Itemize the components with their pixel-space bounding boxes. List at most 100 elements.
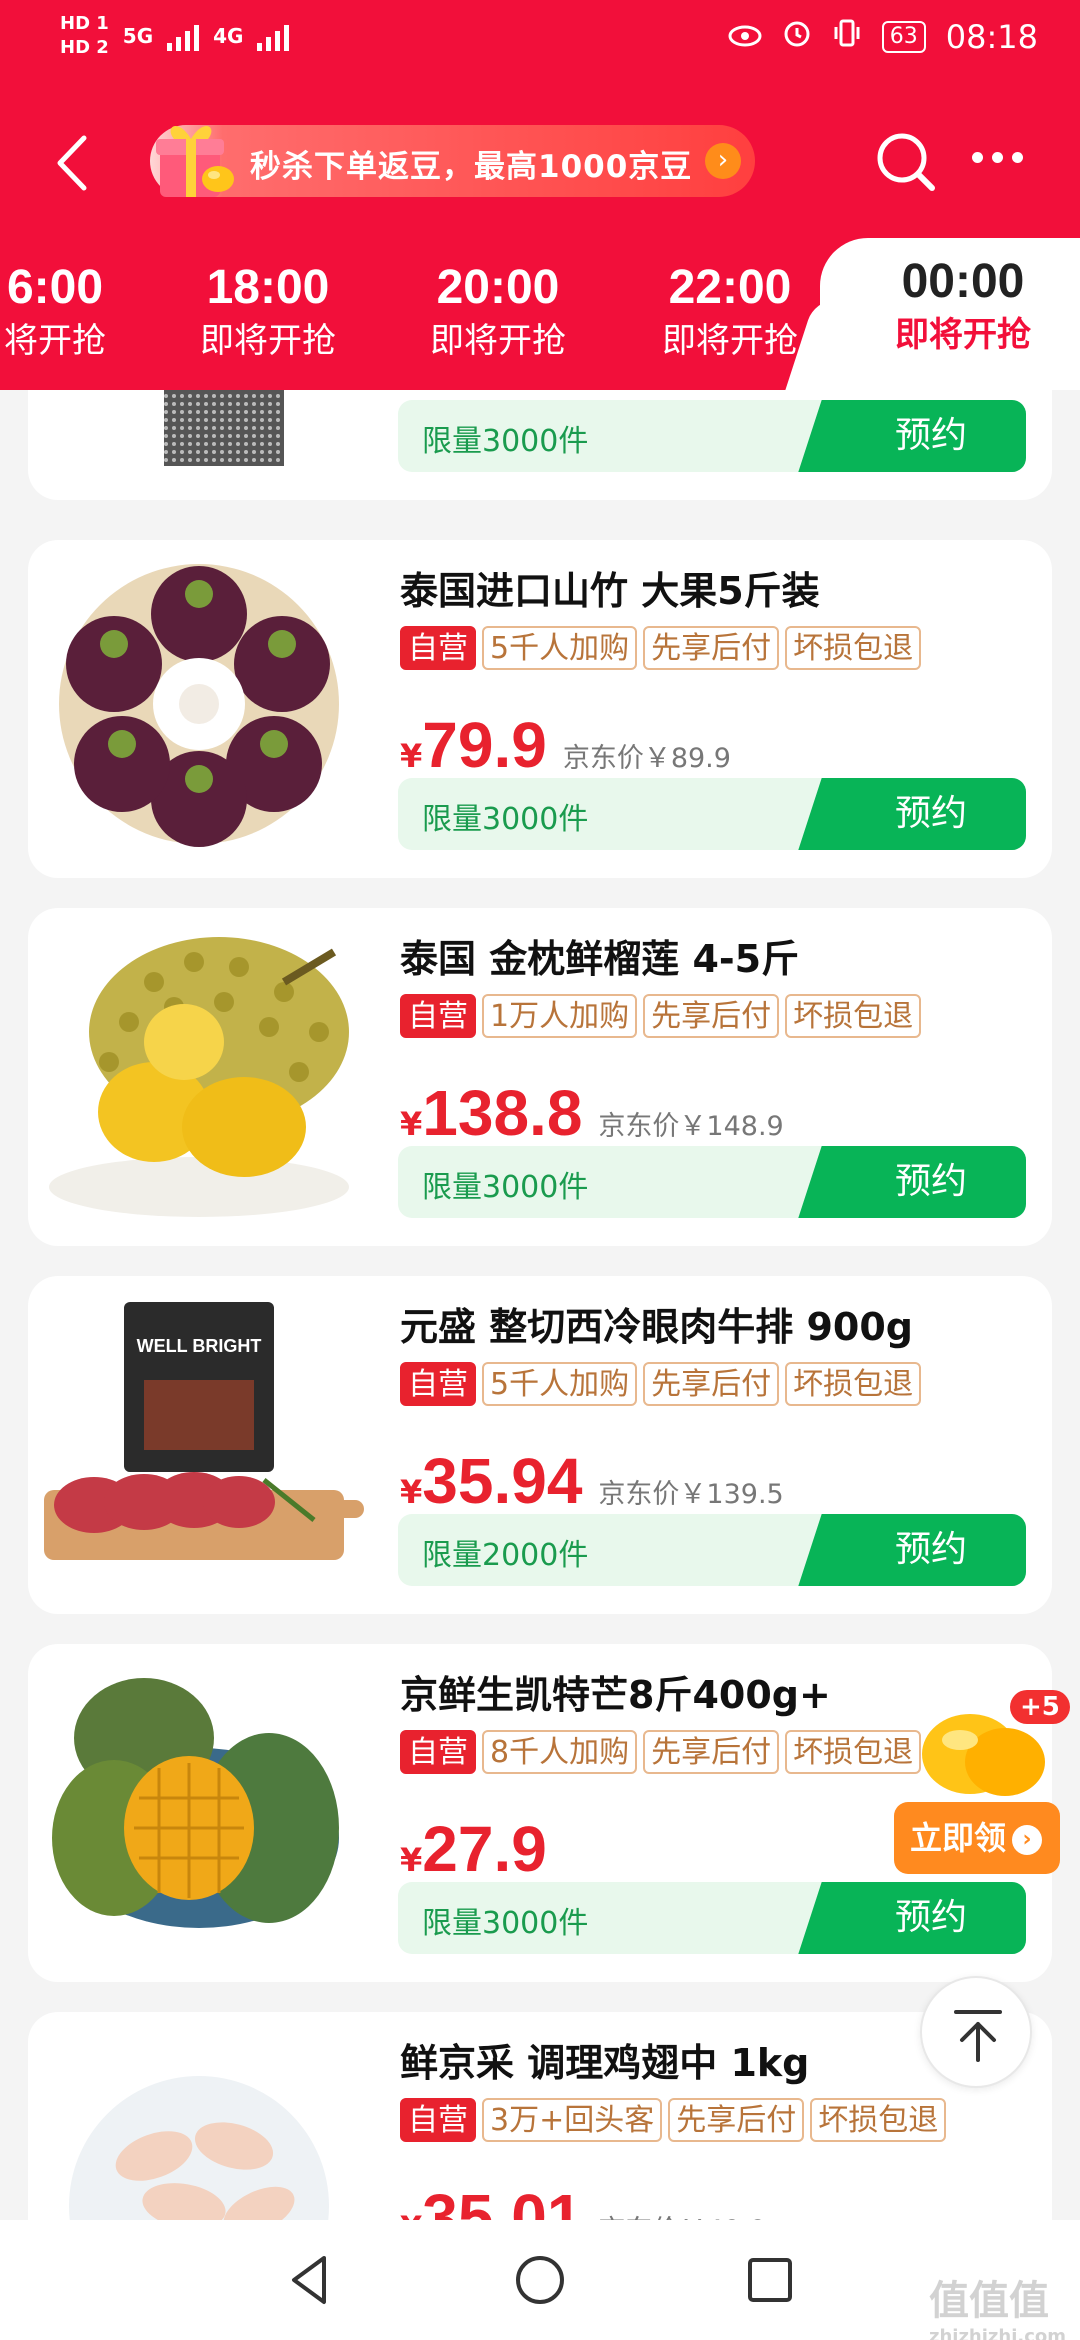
product-card[interactable]: 鲜京采 调理鸡翅中 1kg 自营 3万+回头客 先享后付 坏损包退 ¥ 35.0… (28, 2012, 1052, 2220)
dot-icon (972, 152, 983, 163)
vibrate-icon (832, 18, 862, 56)
currency-symbol: ¥ (400, 1105, 423, 1143)
reserve-button[interactable]: 预约 (836, 400, 1026, 472)
search-button[interactable] (872, 128, 942, 198)
limit-bar: 限量3000件 预约 (398, 1882, 1026, 1954)
tab-time: 22:00 (668, 261, 792, 314)
limit-bar: 限量3000件 预约 (398, 400, 1026, 472)
claim-label: 立即领 (910, 1819, 1007, 1857)
tab-time: 6:00 (6, 261, 104, 314)
reserve-button[interactable]: 预约 (836, 1514, 1026, 1586)
product-price: ¥ 27.9 (400, 1812, 547, 1886)
back-button[interactable] (48, 128, 98, 198)
arrow-up-icon (954, 2010, 1002, 2062)
tag-self-operated: 自营 (400, 626, 476, 670)
tag-returning-customers: 3万+回头客 (482, 2098, 663, 2142)
tag-pay-later: 先享后付 (643, 626, 780, 670)
reserve-label: 预约 (894, 1529, 967, 1570)
tab-status: 即将开抢 (895, 315, 1031, 355)
search-icon (877, 133, 935, 191)
alarm-icon (782, 18, 812, 56)
more-options-button[interactable] (972, 152, 1023, 163)
eye-icon (728, 18, 762, 56)
reserve-label: 预约 (894, 415, 967, 456)
sale-price: 27.9 (422, 1813, 547, 1885)
signal-indicators: HD 1 HD 2 5G 4G (60, 12, 290, 60)
limit-bar: 限量2000件 预约 (398, 1514, 1026, 1586)
square-recents-icon (748, 2258, 792, 2302)
tab-2000[interactable]: 20:00 即将开抢 (413, 258, 583, 364)
top-header: 秒杀下单返豆，最高1000京豆 › (0, 80, 1080, 250)
tab-2200[interactable]: 22:00 即将开抢 (645, 258, 815, 364)
status-bar: HD 1 HD 2 5G 4G 63 08:18 (0, 0, 1080, 80)
tag-pay-later: 先享后付 (643, 994, 780, 1038)
claim-beans-widget[interactable]: +5 立即领 › (890, 1690, 1070, 1890)
product-card[interactable]: WELL BRIGHT 元盛 整切西冷眼肉牛排 900g 自营 5千人加购 先享… (28, 1276, 1052, 1614)
jd-price: 京东价￥89.9 (562, 743, 731, 774)
circle-home-icon (516, 2256, 564, 2304)
nav-home-button[interactable] (510, 2250, 570, 2310)
currency-symbol: ¥ (400, 2209, 422, 2220)
back-to-top-button[interactable] (920, 1976, 1032, 2088)
jd-price: 京东价￥49.9 (598, 2208, 766, 2220)
tag-self-operated: 自营 (400, 994, 476, 1038)
tag-popularity: 8千人加购 (482, 1730, 638, 1774)
product-card[interactable]: 限量3000件 预约 (28, 390, 1052, 500)
currency-symbol: ¥ (400, 737, 423, 775)
tab-0000[interactable]: 00:00 即将开抢 (878, 252, 1048, 358)
watermark-sub: zhizhizhi.com (928, 2326, 1066, 2340)
tag-pay-later: 先享后付 (643, 1362, 780, 1406)
limit-text: 限量3000件 (422, 802, 589, 837)
promo-banner[interactable]: 秒杀下单返豆，最高1000京豆 › (150, 125, 755, 197)
nav-back-button[interactable] (280, 2250, 340, 2310)
back-arrow-icon (57, 135, 87, 191)
clock-time: 08:18 (945, 18, 1038, 56)
network-4g-label: 4G (213, 24, 244, 48)
chevron-right-icon: › (705, 143, 741, 179)
sale-price: 138.8 (422, 1077, 583, 1149)
tab-status: 即将开抢 (200, 321, 336, 361)
tab-1800[interactable]: 18:00 即将开抢 (183, 258, 353, 364)
reserve-label: 预约 (894, 1897, 967, 1938)
product-price: ¥ 35.94 京东价￥139.5 (400, 1444, 784, 1518)
package-brand-text: WELL BRIGHT (137, 1336, 262, 1356)
product-card[interactable]: 泰国 金枕鲜榴莲 4-5斤 自营 1万人加购 先享后付 坏损包退 ¥ 138.8… (28, 908, 1052, 1246)
tab-time: 00:00 (901, 255, 1025, 308)
product-title: 元盛 整切西冷眼肉牛排 900g (400, 1305, 913, 1349)
product-price: ¥ 79.9 京东价￥89.9 (400, 708, 731, 782)
sale-price: 35.01 (422, 2181, 583, 2220)
claim-button[interactable]: 立即领 › (894, 1802, 1060, 1874)
sale-price: 35.94 (422, 1445, 583, 1517)
tag-self-operated: 自营 (400, 1730, 476, 1774)
hd-indicators: HD 1 HD 2 (60, 12, 109, 60)
product-tags: 自营 3万+回头客 先享后付 坏损包退 (400, 2098, 947, 2142)
tag-damage-refund: 坏损包退 (810, 2098, 947, 2142)
chevron-right-icon: › (1012, 1825, 1043, 1855)
product-title: 鲜京采 调理鸡翅中 1kg (400, 2041, 810, 2085)
dot-icon (992, 152, 1003, 163)
tag-popularity: 5千人加购 (482, 626, 638, 670)
dot-icon (1012, 152, 1023, 163)
tab-time: 18:00 (206, 261, 330, 314)
product-card[interactable]: 泰国进口山竹 大果5斤装 自营 5千人加购 先享后付 坏损包退 ¥ 79.9 京… (28, 540, 1052, 878)
limit-bar: 限量3000件 预约 (398, 778, 1026, 850)
product-tags: 自营 5千人加购 先享后付 坏损包退 (400, 626, 922, 670)
tag-damage-refund: 坏损包退 (785, 626, 922, 670)
product-tags: 自营 1万人加购 先享后付 坏损包退 (400, 994, 922, 1038)
limit-text: 限量3000件 (422, 1170, 589, 1205)
reserve-button[interactable]: 预约 (836, 778, 1026, 850)
nav-recents-button[interactable] (740, 2250, 800, 2310)
tab-time: 20:00 (436, 261, 560, 314)
tab-0600[interactable]: 6:00 将开抢 (0, 258, 140, 364)
reserve-button[interactable]: 预约 (836, 1882, 1026, 1954)
promo-banner-text: 秒杀下单返豆，最高1000京豆 (250, 149, 693, 185)
reserve-button[interactable]: 预约 (836, 1146, 1026, 1218)
hd2-label: HD 2 (60, 37, 109, 58)
product-title: 泰国 金枕鲜榴莲 4-5斤 (400, 937, 800, 981)
product-image (34, 390, 364, 476)
jd-price: 京东价￥148.9 (598, 1111, 784, 1142)
sale-price: 79.9 (422, 709, 547, 781)
reserve-label: 预约 (894, 1161, 967, 1202)
durian-image (34, 922, 364, 1222)
product-list: 限量3000件 预约 泰国进口山竹 大果5斤装 自营 5千人加购 先享后付 坏损… (0, 390, 1080, 2220)
